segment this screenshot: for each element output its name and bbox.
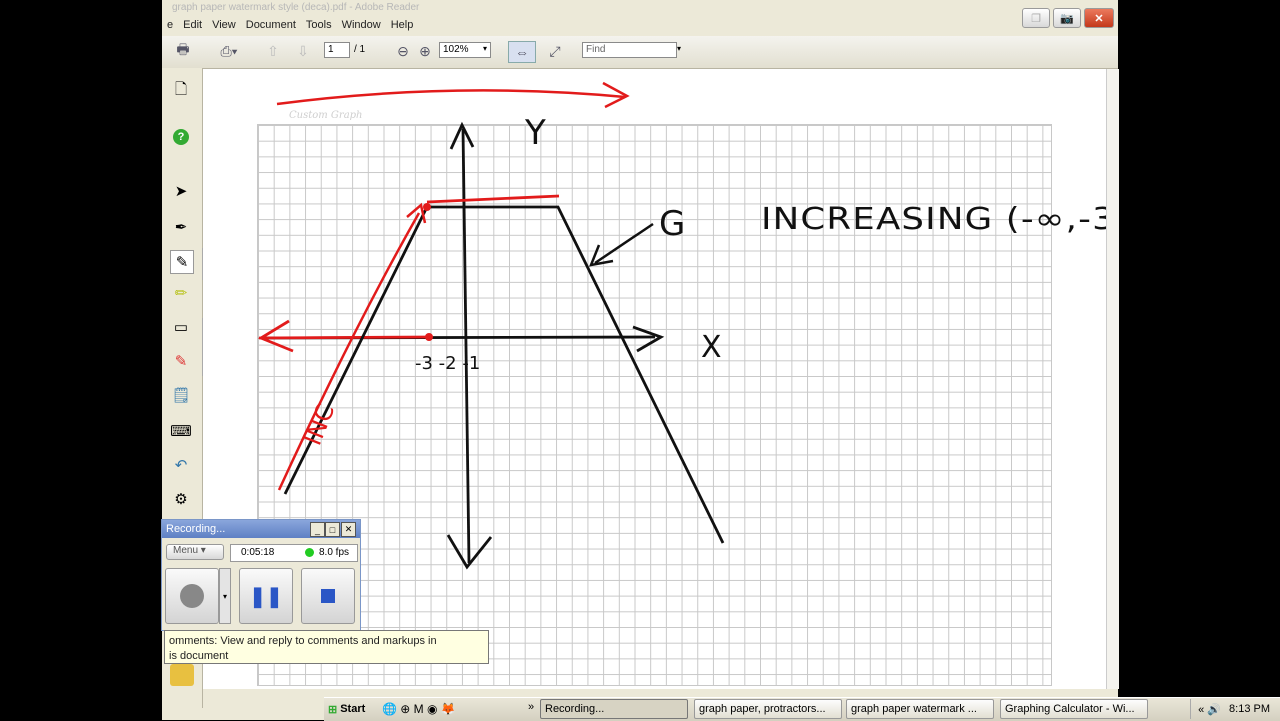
fit-page-icon[interactable]: ⤢ [544,41,566,61]
elapsed-time: 0:05:18 [241,547,275,558]
menu-tools[interactable]: Tools [301,17,337,35]
zoom-in-icon[interactable]: ⊕ [414,41,436,61]
red-top-segment [426,194,560,204]
page-total-label: / 1 [354,44,366,55]
quick-launch-overflow-icon[interactable]: » [528,701,534,713]
record-options-icon[interactable]: ▾ [219,568,231,624]
page-number-input[interactable]: 1 [324,42,350,58]
pages-icon[interactable]: 🗋 [170,80,192,102]
vertical-scrollbar[interactable] [1106,69,1119,689]
restore-button[interactable]: ❐ [1022,8,1050,28]
menu-file[interactable]: e [162,17,178,35]
comments-tooltip: omments: View and reply to comments and … [164,630,489,664]
maximize-button[interactable]: □ [325,522,340,537]
watermark-text: Custom Graph [289,110,363,121]
recorder-window: Recording... _ □ ✕ Menu ▾ 0:05:18 8.0 fp… [161,519,361,631]
graph-g-line [283,205,725,544]
fit-width-icon[interactable]: ⇔ [508,41,536,63]
clock: 8:13 PM [1229,703,1270,715]
close-button[interactable]: ✕ [1084,8,1114,28]
undo-icon[interactable]: ↶ [170,454,192,476]
notes-icon[interactable]: 🗒 [170,384,192,406]
record-icon [180,584,204,608]
pause-icon: ❚❚ [249,585,283,608]
stop-icon [321,589,335,603]
task-graph-paper-protractors[interactable]: graph paper, protractors... [694,699,842,719]
highlighter-icon[interactable]: ✏ [170,282,192,304]
graph-g-label: G [659,204,685,244]
recorder-close-button[interactable]: ✕ [341,522,356,537]
collaborate-icon[interactable]: ⎙▾ [214,41,244,61]
task-graph-paper-watermark[interactable]: graph paper watermark ... [846,699,994,719]
status-dot-icon [305,548,314,557]
tooltip-line-2: is document [169,650,229,662]
settings-icon[interactable]: ⚙ [170,488,192,510]
quick-launch-icons[interactable]: 🌐 ⊕ M ◉ 🦊 [382,702,456,716]
red-point-top [423,203,431,211]
help-icon[interactable]: ? [170,126,192,148]
menu-window[interactable]: Window [337,17,386,35]
menu-document[interactable]: Document [241,17,301,35]
red-top-arrow [276,89,626,106]
x-axis-label: X [701,330,722,365]
menu-view[interactable]: View [207,17,241,35]
tray-icons[interactable]: « 🔊 [1198,703,1221,716]
inc-label: INC [299,400,341,449]
y-axis-line [461,128,471,564]
pen-icon[interactable]: ✒ [170,216,192,238]
increasing-interval-note: INCREASING (-∞,-3] [761,202,1106,237]
find-input[interactable]: Find [582,42,677,58]
window-title: graph paper watermark style (deca).pdf -… [172,2,420,13]
previous-page-icon[interactable]: ⇧ [262,41,284,61]
brush-icon[interactable]: ✎ [170,350,192,372]
recorder-title-bar: Recording... _ □ ✕ [162,520,360,538]
windows-logo-icon: ⊞ [328,703,338,716]
next-page-icon[interactable]: ⇩ [292,41,314,61]
task-graphing-calculator[interactable]: Graphing Calculator - Wi... [1000,699,1148,719]
print-icon[interactable]: 🖶 [172,41,194,61]
recorder-title: Recording... [166,523,226,535]
record-button[interactable] [165,568,219,624]
chevron-down-icon[interactable]: ▾ [483,44,487,53]
red-increasing-arrow [277,212,421,491]
keyboard-icon[interactable]: ⌨ [170,420,192,442]
tick-labels: -3 -2 -1 [415,353,480,374]
menu-help[interactable]: Help [386,17,419,35]
pause-button[interactable]: ❚❚ [239,568,293,624]
stop-button[interactable] [301,568,355,624]
taskbar: ⊞ Start 🌐 ⊕ M ◉ 🦊 » Recording... graph pa… [324,697,1280,721]
menu-edit[interactable]: Edit [178,17,207,35]
start-button[interactable]: ⊞ Start [324,699,372,719]
select-arrow-icon[interactable]: ➤ [170,180,192,202]
comments-icon[interactable] [170,664,194,686]
task-recording[interactable]: Recording... [540,699,688,719]
menu-bar: e Edit View Document Tools Window Help [162,17,962,35]
start-label: Start [340,703,366,715]
y-axis-label: Y [524,113,546,153]
system-tray: « 🔊 8:13 PM [1190,699,1280,719]
recorder-menu-button[interactable]: Menu ▾ [166,544,224,560]
fps-readout: 8.0 fps [319,547,350,558]
g-pointer-arrow [594,222,654,265]
minimize-button[interactable]: _ [310,522,325,537]
zoom-out-icon[interactable]: ⊖ [392,41,414,61]
red-point-x-axis [425,333,433,341]
eraser-icon[interactable]: ▭ [170,316,192,338]
title-bar: graph paper watermark style (deca).pdf -… [162,0,1118,28]
camera-button[interactable]: 📷 [1053,8,1081,28]
recorder-status: 0:05:18 8.0 fps [230,544,358,562]
red-left-arrow [258,335,430,340]
window-controls: ❐ 📷 ✕ [1022,8,1114,28]
recorder-menu-label: Menu [173,545,199,556]
marker-icon[interactable]: ✎ [170,250,194,274]
tooltip-line-1: omments: View and reply to comments and … [169,635,437,647]
find-dropdown-icon[interactable]: ▾ [677,44,681,53]
